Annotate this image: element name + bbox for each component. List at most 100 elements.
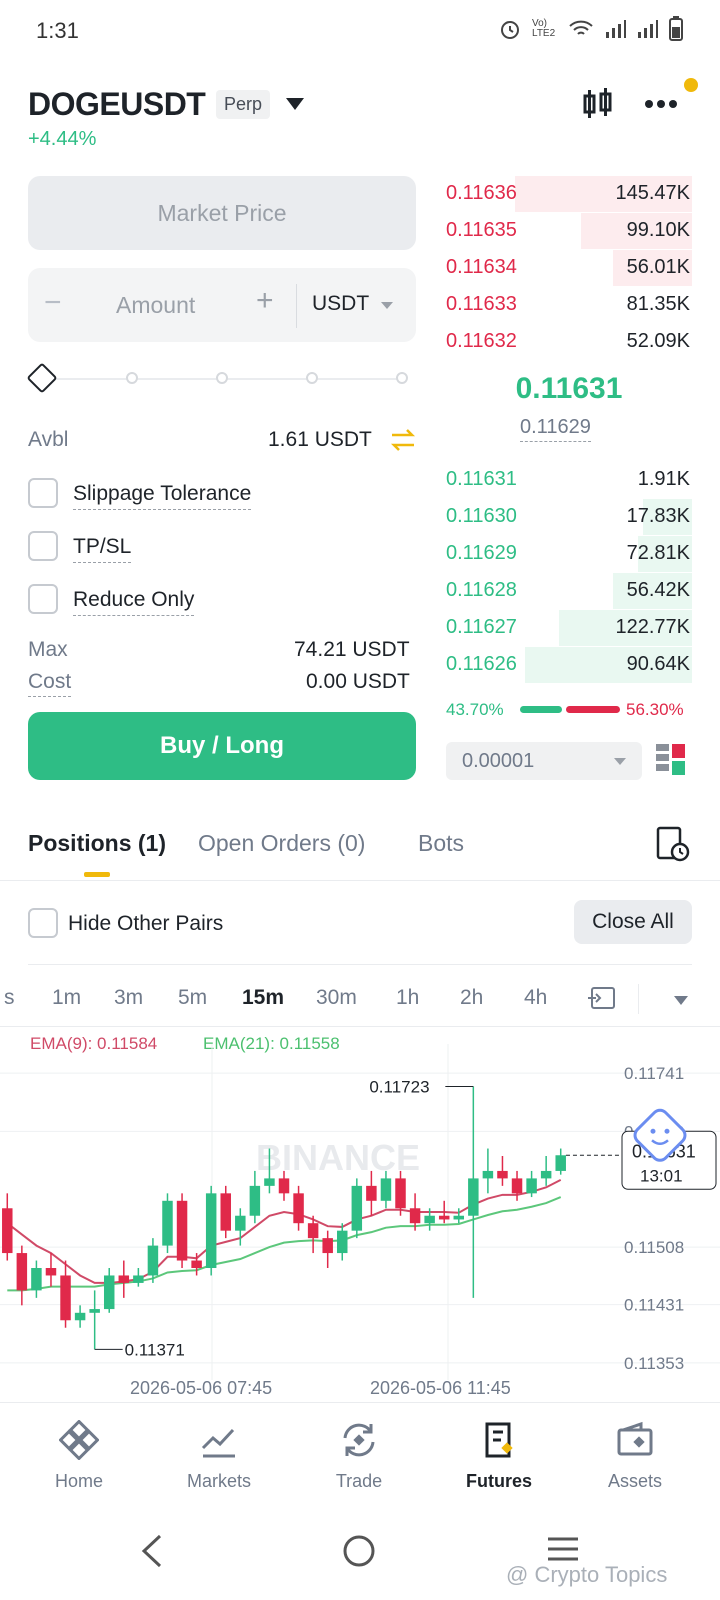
slider-tick-25[interactable] bbox=[123, 369, 141, 387]
tab-positions[interactable]: Positions (1) bbox=[28, 830, 166, 857]
market-price-field[interactable]: Market Price bbox=[28, 176, 416, 250]
nav-futures[interactable]: Futures bbox=[444, 1420, 554, 1492]
more-timeframes-chevron-icon[interactable] bbox=[674, 996, 688, 1005]
slider-handle[interactable] bbox=[26, 362, 58, 394]
candle-body bbox=[147, 1245, 159, 1276]
slider-tick-75[interactable] bbox=[303, 369, 321, 387]
bid-qty: 122.77K bbox=[615, 616, 690, 638]
reduce-only-label[interactable]: Reduce Only bbox=[73, 588, 195, 616]
close-all-button[interactable]: Close All bbox=[574, 900, 692, 944]
tpsl-label[interactable]: TP/SL bbox=[73, 535, 132, 563]
candle-body bbox=[16, 1253, 28, 1291]
ask-price[interactable]: 0.11633 bbox=[446, 293, 517, 316]
ask-price[interactable]: 0.11632 bbox=[446, 330, 517, 353]
nav-home[interactable]: Home bbox=[24, 1419, 134, 1492]
footer-watermark: @ Crypto Topics bbox=[506, 1562, 668, 1587]
status-icons: Vo) LTE2 bbox=[498, 16, 684, 42]
amount-increase-button[interactable]: + bbox=[256, 284, 274, 318]
nav-assets-label: Assets bbox=[607, 1471, 663, 1491]
battery-icon bbox=[669, 16, 683, 41]
unit-chevron-down-icon[interactable] bbox=[381, 302, 393, 309]
candle-body bbox=[307, 1223, 319, 1239]
price-chart[interactable]: 0.117410.116630.115080.114310.11353BINAN… bbox=[0, 1044, 720, 1380]
bid-row[interactable]: 0.11631 1.91K bbox=[446, 462, 692, 498]
tf-15m[interactable]: 15m bbox=[242, 986, 284, 1010]
slider-tick-100[interactable] bbox=[393, 369, 411, 387]
tab-bots[interactable]: Bots bbox=[418, 830, 464, 857]
more-menu-icon[interactable] bbox=[644, 98, 678, 110]
symbol-title[interactable]: DOGEUSDT bbox=[28, 86, 206, 123]
amount-decrease-button[interactable]: − bbox=[44, 286, 62, 320]
bid-row[interactable]: 0.11627 122.77K bbox=[446, 610, 692, 646]
tf-2h[interactable]: 2h bbox=[460, 986, 483, 1010]
candle-body bbox=[351, 1185, 363, 1231]
nav-home-label: Home bbox=[54, 1471, 103, 1491]
candle-body bbox=[409, 1208, 421, 1224]
nav-markets-label: Markets bbox=[186, 1471, 251, 1491]
precision-chevron-down-icon[interactable] bbox=[614, 758, 626, 765]
candle-body bbox=[482, 1170, 494, 1179]
tf-3m[interactable]: 3m bbox=[114, 986, 143, 1010]
amount-unit-select[interactable]: USDT bbox=[312, 292, 369, 316]
symbol-dropdown-icon[interactable] bbox=[286, 98, 304, 110]
ask-price[interactable]: 0.11634 bbox=[446, 256, 517, 279]
high-label: 0.11723 bbox=[369, 1078, 429, 1097]
book-layout-icon[interactable] bbox=[656, 744, 686, 776]
tpsl-checkbox[interactable] bbox=[28, 531, 58, 561]
transfer-icon[interactable] bbox=[390, 428, 416, 452]
back-icon[interactable] bbox=[138, 1534, 166, 1568]
bid-row[interactable]: 0.11628 56.42K bbox=[446, 573, 692, 609]
bid-price[interactable]: 0.11629 bbox=[446, 542, 517, 565]
bid-row[interactable]: 0.11630 17.83K bbox=[446, 499, 692, 535]
slippage-label[interactable]: Slippage Tolerance bbox=[73, 482, 252, 510]
bid-price[interactable]: 0.11630 bbox=[446, 505, 517, 528]
nav-assets[interactable]: Assets bbox=[580, 1420, 690, 1492]
slippage-checkbox[interactable] bbox=[28, 478, 58, 508]
perp-badge: Perp bbox=[216, 90, 271, 119]
bid-price[interactable]: 0.11631 bbox=[446, 468, 517, 491]
hide-other-pairs-label[interactable]: Hide Other Pairs bbox=[68, 912, 223, 936]
home-circle-icon[interactable] bbox=[342, 1534, 376, 1568]
bid-price[interactable]: 0.11627 bbox=[446, 616, 517, 639]
candle-body bbox=[337, 1230, 348, 1254]
amount-input[interactable]: Amount bbox=[116, 292, 195, 319]
ask-row[interactable]: 0.11636 145.47K bbox=[446, 176, 692, 212]
bid-row[interactable]: 0.11626 90.64K bbox=[446, 647, 692, 683]
chart-settings-icon[interactable] bbox=[586, 984, 618, 1012]
buy-ratio-bar bbox=[520, 706, 562, 713]
candle-body bbox=[468, 1178, 479, 1216]
tf-1m[interactable]: 1m bbox=[52, 986, 81, 1010]
ask-qty: 99.10K bbox=[626, 219, 690, 241]
candlestick-chart-icon[interactable] bbox=[582, 88, 614, 120]
ask-price[interactable]: 0.11636 bbox=[446, 182, 517, 205]
tf-5m[interactable]: 5m bbox=[178, 986, 207, 1010]
order-history-icon[interactable] bbox=[656, 826, 690, 862]
hide-other-pairs-checkbox[interactable] bbox=[28, 908, 58, 938]
tf-4h[interactable]: 4h bbox=[524, 986, 547, 1010]
buy-long-button[interactable]: Buy / Long bbox=[28, 712, 416, 780]
nav-markets[interactable]: Markets bbox=[164, 1420, 274, 1492]
ask-row[interactable]: 0.11634 56.01K bbox=[446, 250, 692, 286]
candle-body bbox=[424, 1215, 435, 1224]
bid-row[interactable]: 0.11629 72.81K bbox=[446, 536, 692, 572]
recents-menu-icon[interactable] bbox=[546, 1534, 580, 1564]
candle-body bbox=[220, 1193, 231, 1231]
notification-dot bbox=[684, 78, 698, 92]
ask-price[interactable]: 0.11635 bbox=[446, 219, 517, 242]
nav-trade[interactable]: Trade bbox=[304, 1420, 414, 1492]
tf-seconds[interactable]: s bbox=[4, 986, 15, 1010]
precision-value[interactable]: 0.00001 bbox=[462, 750, 534, 773]
bid-price[interactable]: 0.11626 bbox=[446, 653, 517, 676]
tab-open-orders[interactable]: Open Orders (0) bbox=[198, 830, 365, 857]
slider-tick-50[interactable] bbox=[213, 369, 231, 387]
ask-row[interactable]: 0.11635 99.10K bbox=[446, 213, 692, 249]
tf-30m[interactable]: 30m bbox=[316, 986, 357, 1010]
sell-ratio: 56.30% bbox=[626, 700, 684, 719]
ask-row[interactable]: 0.11633 81.35K bbox=[446, 287, 692, 323]
candle-body bbox=[89, 1309, 100, 1313]
ask-row[interactable]: 0.11632 52.09K bbox=[446, 324, 692, 360]
bid-price[interactable]: 0.11628 bbox=[446, 579, 517, 602]
low-label: 0.11371 bbox=[125, 1340, 185, 1359]
reduce-only-checkbox[interactable] bbox=[28, 584, 58, 614]
tf-1h[interactable]: 1h bbox=[396, 986, 419, 1010]
